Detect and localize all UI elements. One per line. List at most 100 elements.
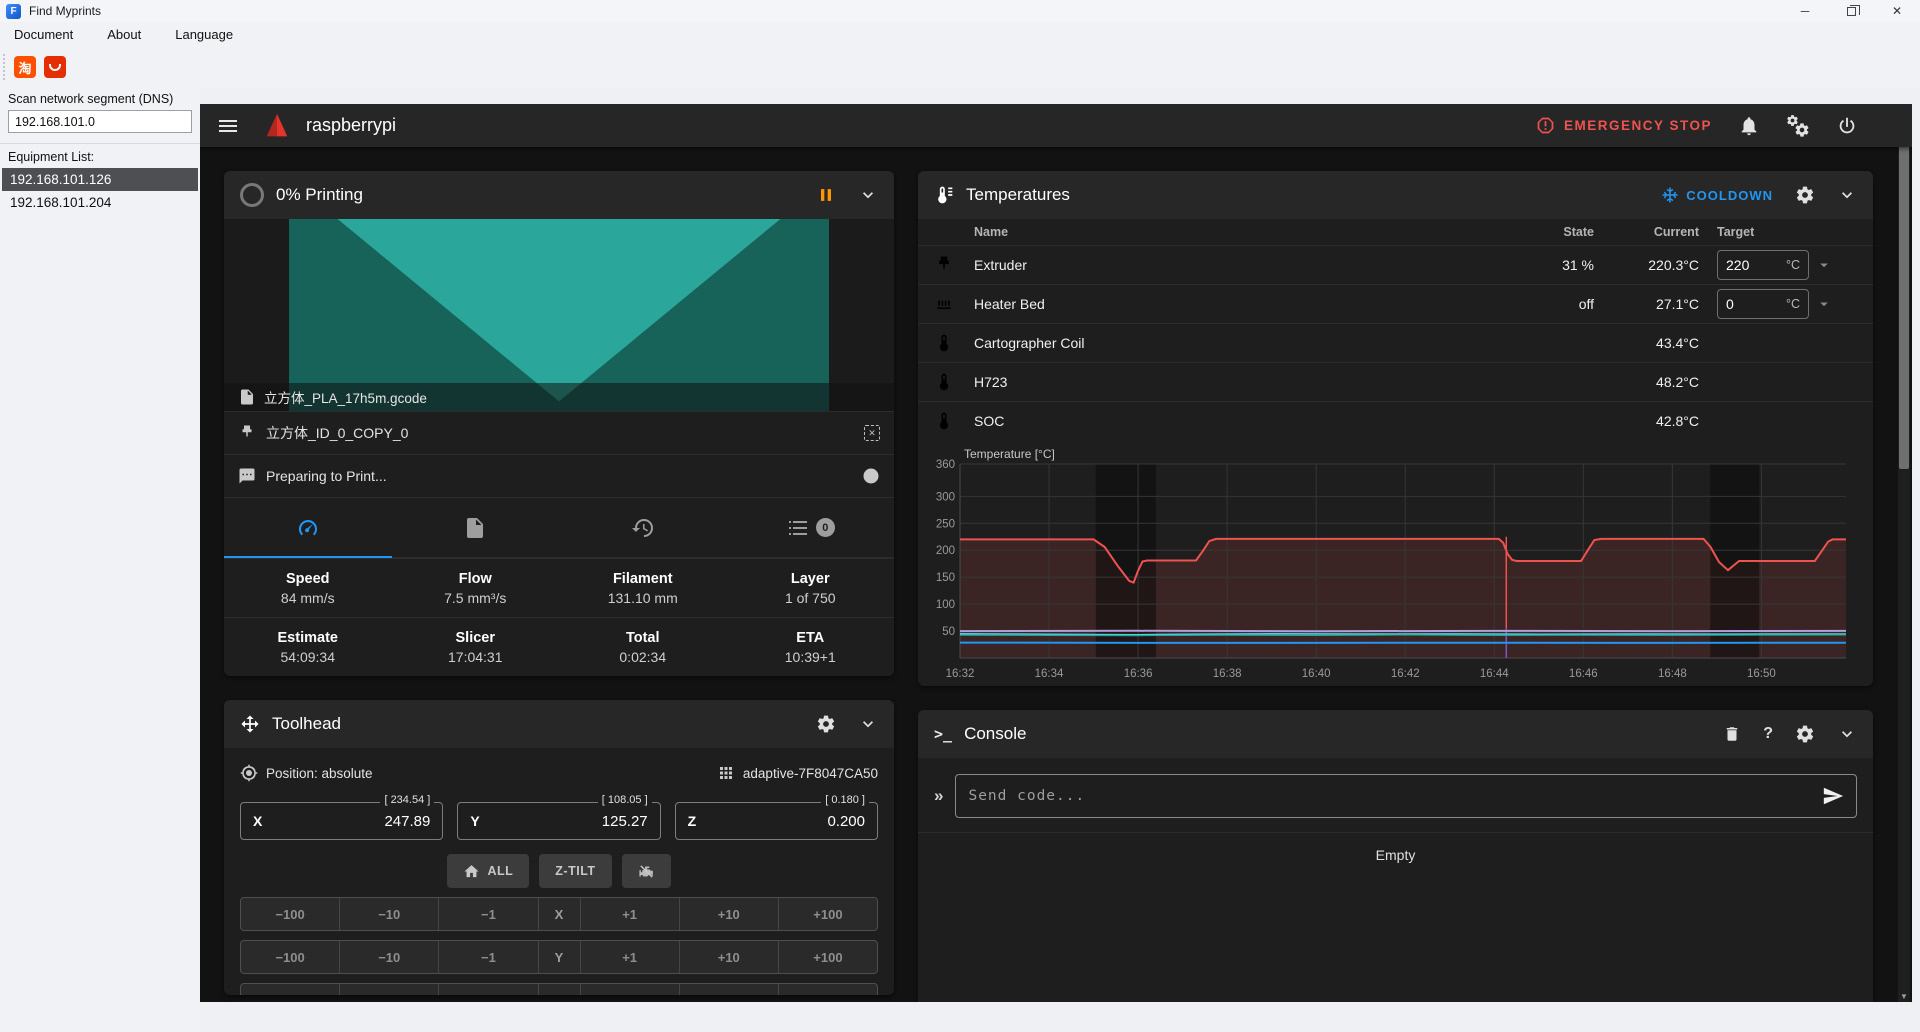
pause-print-button[interactable] (816, 185, 836, 205)
gear-icon[interactable] (1795, 724, 1815, 744)
jog-step-button[interactable]: −1 (339, 984, 438, 995)
jog-step-button[interactable]: +100 (778, 898, 877, 930)
objects-count-badge: 0 (816, 518, 835, 537)
axis-x-field[interactable]: [ 234.54 ] X 247.89 (240, 802, 443, 840)
jog-step-button[interactable]: −100 (241, 941, 339, 973)
taobao-button[interactable]: 淘 (14, 56, 36, 78)
jog-step-button[interactable]: −1 (438, 898, 537, 930)
print-object-row: 立方体_ID_0_COPY_0 ✕ (224, 411, 894, 454)
minimize-button[interactable]: ─ (1782, 0, 1828, 22)
bottom-strip (200, 1002, 1920, 1032)
chevron-down-icon[interactable] (1837, 185, 1857, 205)
stat-value: 7.5 mm³/s (444, 590, 506, 606)
stat-value: 54:09:34 (281, 649, 336, 665)
target-value-input[interactable] (1726, 257, 1770, 273)
window-title: Find Myprints (29, 4, 101, 18)
scan-segment-label: Scan network segment (DNS) (0, 88, 200, 110)
jog-step-button[interactable]: +10 (679, 898, 778, 930)
aliexpress-button[interactable] (44, 56, 66, 78)
jog-step-button[interactable]: −100 (241, 898, 339, 930)
tab-objects[interactable]: 0 (727, 498, 895, 557)
svg-text:16:32: 16:32 (946, 668, 975, 680)
svg-text:50: 50 (942, 626, 955, 638)
target-dropdown-icon[interactable] (1815, 256, 1833, 274)
menu-document[interactable]: Document (14, 27, 73, 42)
jog-step-button[interactable]: −10 (339, 941, 438, 973)
svg-text:150: 150 (936, 572, 955, 584)
home-all-button[interactable]: ALL (447, 854, 529, 888)
tab-file[interactable] (392, 498, 560, 557)
svg-text:360: 360 (936, 459, 955, 471)
extruder-target-input[interactable]: °C (1717, 250, 1809, 280)
cooldown-button[interactable]: COOLDOWN (1661, 186, 1773, 204)
gear-icon[interactable] (1795, 185, 1815, 205)
send-icon[interactable] (1822, 785, 1844, 807)
axis-z-field[interactable]: [ 0.180 ] Z 0.200 (675, 802, 878, 840)
dismiss-message-icon[interactable] (862, 467, 880, 485)
menu-about[interactable]: About (107, 27, 141, 42)
jog-step-button[interactable]: +1 (679, 984, 778, 995)
svg-text:16:38: 16:38 (1213, 668, 1242, 680)
jog-step-button[interactable]: +1 (580, 898, 679, 930)
jog-axis-label: X (538, 898, 580, 930)
device-item[interactable]: 192.168.101.126 (2, 168, 198, 191)
mainsail-logo (262, 111, 292, 141)
console-card: >_ Console ? » Empty (918, 710, 1873, 1002)
console-command-field[interactable] (955, 774, 1857, 818)
restore-button[interactable] (1828, 0, 1874, 22)
sensor-thermometer-icon (934, 333, 954, 353)
scrollbar-thumb[interactable] (1899, 117, 1909, 469)
chevron-down-icon[interactable] (858, 714, 878, 734)
jog-step-button[interactable]: +10 (679, 941, 778, 973)
svg-text:16:48: 16:48 (1658, 668, 1687, 680)
emergency-stop-button[interactable]: EMERGENCY STOP (1535, 115, 1712, 136)
jog-step-button[interactable]: +0.1 (580, 984, 679, 995)
jog-step-button[interactable]: −0.1 (438, 984, 537, 995)
help-icon[interactable]: ? (1763, 725, 1773, 743)
toolhead-title: Toolhead (272, 714, 341, 734)
chevron-down-icon[interactable] (858, 185, 878, 205)
settings-gears-icon[interactable] (1786, 114, 1810, 138)
console-command-input[interactable] (968, 788, 1822, 804)
chevron-down-icon[interactable] (1837, 724, 1857, 744)
notifications-bell-icon[interactable] (1738, 115, 1760, 137)
motors-off-button[interactable] (622, 854, 671, 888)
thermometer-icon (934, 185, 954, 205)
gear-icon[interactable] (816, 714, 836, 734)
hamburger-menu-icon[interactable] (216, 114, 240, 138)
power-icon[interactable] (1836, 115, 1858, 137)
print-stats-row-2: Estimate54:09:34 Slicer17:04:31 Total0:0… (224, 617, 894, 676)
tab-speed[interactable] (224, 498, 392, 557)
exclude-object-button[interactable]: ✕ (864, 425, 880, 441)
restore-icon (1847, 7, 1856, 16)
jog-step-button[interactable]: +100 (778, 941, 877, 973)
jog-row-y: −100−10−1Y+1+10+100 (240, 940, 878, 974)
heater-bed-target-input[interactable]: °C (1717, 289, 1809, 319)
z-tilt-button[interactable]: Z-TILT (539, 854, 611, 888)
page-scrollbar[interactable]: ▲ ▼ (1898, 104, 1910, 1002)
axis-y-field[interactable]: [ 108.05 ] Y 125.27 (457, 802, 660, 840)
jog-step-button[interactable]: −10 (339, 898, 438, 930)
jog-step-button[interactable]: +1 (580, 941, 679, 973)
jog-step-button[interactable]: −25 (241, 984, 339, 995)
jog-step-button[interactable]: +25 (778, 984, 877, 995)
device-item[interactable]: 192.168.101.204 (2, 191, 198, 214)
trash-icon[interactable] (1723, 725, 1741, 743)
axis-value: 0.200 (827, 813, 865, 830)
temperature-chart-svg: 5010015020025030036016:3216:3416:3616:38… (924, 446, 1860, 684)
menu-language[interactable]: Language (175, 27, 233, 42)
temp-row-h723: H723 48.2°C (918, 362, 1873, 401)
list-icon (786, 516, 810, 540)
jog-step-button[interactable]: −1 (438, 941, 537, 973)
close-button[interactable]: ✕ (1874, 0, 1920, 22)
tab-history[interactable] (559, 498, 727, 557)
scan-segment-input[interactable] (8, 110, 192, 133)
target-value-input[interactable] (1726, 296, 1770, 312)
console-empty-state: Empty (918, 832, 1873, 876)
svg-text:16:44: 16:44 (1480, 668, 1509, 680)
svg-text:16:40: 16:40 (1302, 668, 1331, 680)
target-dropdown-icon[interactable] (1815, 295, 1833, 313)
scroll-down-arrow[interactable]: ▼ (1898, 990, 1910, 1002)
temp-row-extruder: Extruder 31 % 220.3°C °C (918, 245, 1873, 284)
stat-label: Speed (286, 571, 330, 587)
